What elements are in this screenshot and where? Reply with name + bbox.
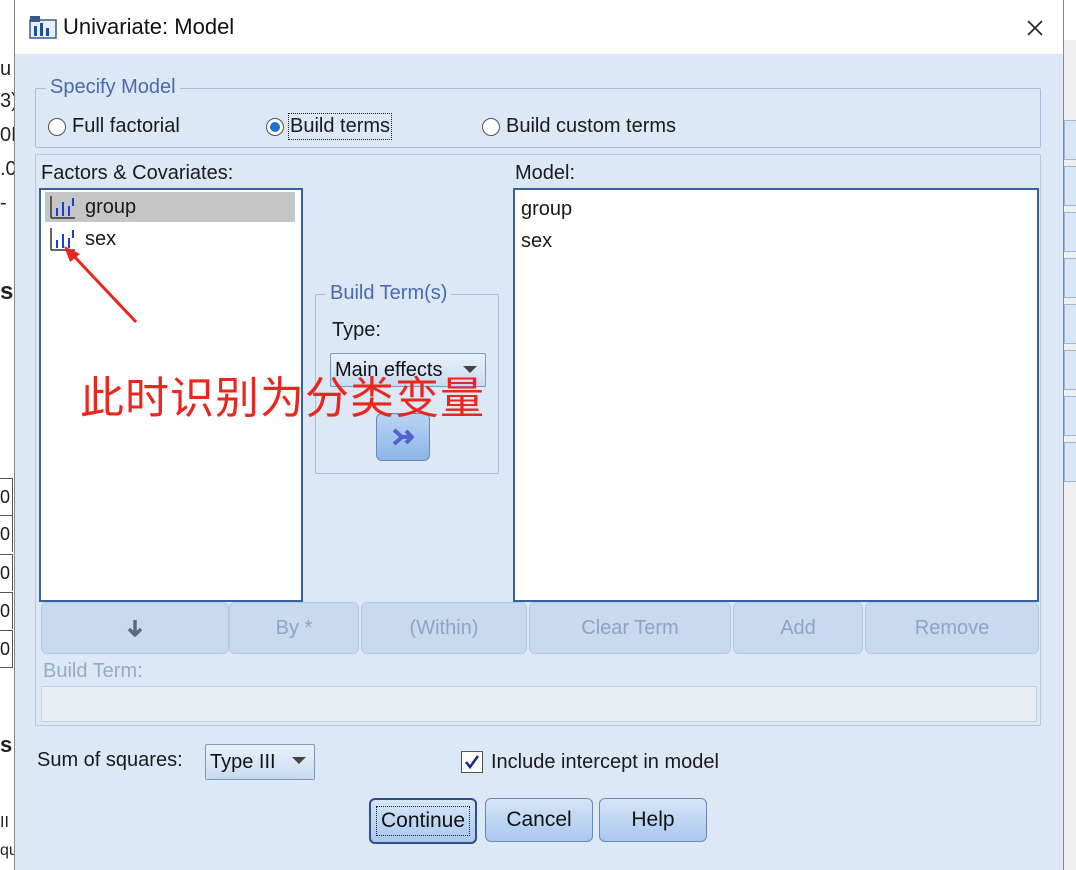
checkmark-icon	[464, 755, 480, 770]
model-item-sex[interactable]: sex	[521, 230, 552, 253]
background-text: s	[0, 278, 14, 305]
continue-label: Continue	[375, 806, 471, 836]
radio-full-factorial[interactable]: Full factorial	[48, 115, 180, 138]
cancel-button[interactable]: Cancel	[485, 798, 593, 842]
radio-build-custom-terms[interactable]: Build custom terms	[482, 115, 676, 138]
chevron-down-icon	[292, 757, 306, 764]
background-text: II	[0, 814, 9, 831]
right-arrow-icon	[392, 428, 414, 446]
model-item-group[interactable]: group	[521, 198, 572, 221]
nominal-variable-icon	[50, 196, 75, 219]
background-button	[1064, 396, 1076, 436]
factors-covariates-label: Factors & Covariates:	[41, 162, 234, 184]
spss-app-icon	[29, 16, 57, 39]
background-table-cell: 0	[0, 478, 13, 515]
background-text: s	[0, 732, 13, 757]
background-table-cell: 0	[0, 515, 13, 552]
continue-button[interactable]: Continue	[369, 798, 477, 844]
remove-button[interactable]: Remove	[865, 602, 1039, 654]
background-button	[1064, 212, 1076, 252]
list-item-group[interactable]: group	[45, 192, 295, 222]
clear-term-button[interactable]: Clear Term	[529, 602, 731, 654]
help-button[interactable]: Help	[599, 798, 707, 842]
background-text: u	[0, 58, 12, 80]
radio-build-terms[interactable]: Build terms	[266, 113, 393, 140]
close-icon[interactable]	[1021, 14, 1049, 42]
background-table-cell: 0	[0, 592, 13, 629]
title-bar: Univariate: Model	[15, 0, 1063, 54]
background-button	[1064, 304, 1076, 344]
univariate-model-dialog: Univariate: Model Specify Model Full fac…	[14, 0, 1064, 870]
background-button	[1064, 258, 1076, 298]
background-button	[1064, 350, 1076, 390]
radio-label: Build custom terms	[506, 115, 677, 137]
background-button	[1064, 166, 1076, 206]
include-intercept-checkbox[interactable]	[461, 751, 483, 773]
specify-model-legend: Specify Model	[46, 76, 180, 99]
window-title: Univariate: Model	[63, 14, 235, 39]
radio-label: Build terms	[287, 113, 393, 140]
include-intercept-label: Include intercept in model	[491, 751, 719, 773]
specify-model-group: Specify Model Full factorial Build terms…	[35, 76, 1041, 148]
radio-button-icon[interactable]	[482, 117, 500, 136]
background-button	[1064, 120, 1076, 160]
radio-button-icon[interactable]	[48, 117, 66, 136]
radio-label: Full factorial	[72, 115, 180, 137]
background-table-cell: 0	[0, 554, 13, 591]
variable-label: group	[85, 195, 137, 218]
by-button[interactable]: By *	[229, 602, 359, 654]
add-button[interactable]: Add	[733, 602, 863, 654]
background-text: -	[0, 192, 7, 214]
type-label: Type:	[332, 319, 381, 341]
sum-of-squares-label: Sum of squares:	[37, 749, 183, 771]
annotation-arrow	[64, 246, 138, 324]
build-term-label: Build Term:	[43, 660, 143, 682]
background-button	[1064, 442, 1076, 482]
build-term-field[interactable]	[41, 686, 1037, 722]
background-window-left: u 3) 0E .0 - s s II quares 0 0 0 0 0	[0, 0, 49, 870]
radio-button-selected-icon[interactable]	[266, 117, 284, 136]
sum-of-squares-combobox[interactable]: Type III	[205, 744, 315, 780]
model-label: Model:	[515, 162, 576, 184]
move-down-button[interactable]	[41, 602, 229, 654]
sum-of-squares-value: Type III	[210, 750, 276, 773]
annotation-text: 此时识别为分类变量	[80, 373, 485, 424]
down-arrow-icon	[127, 620, 143, 637]
background-table-cell: 0	[0, 630, 13, 668]
model-list[interactable]: group sex	[513, 188, 1039, 602]
build-terms-legend: Build Term(s)	[326, 282, 452, 305]
within-button[interactable]: (Within)	[361, 602, 527, 654]
